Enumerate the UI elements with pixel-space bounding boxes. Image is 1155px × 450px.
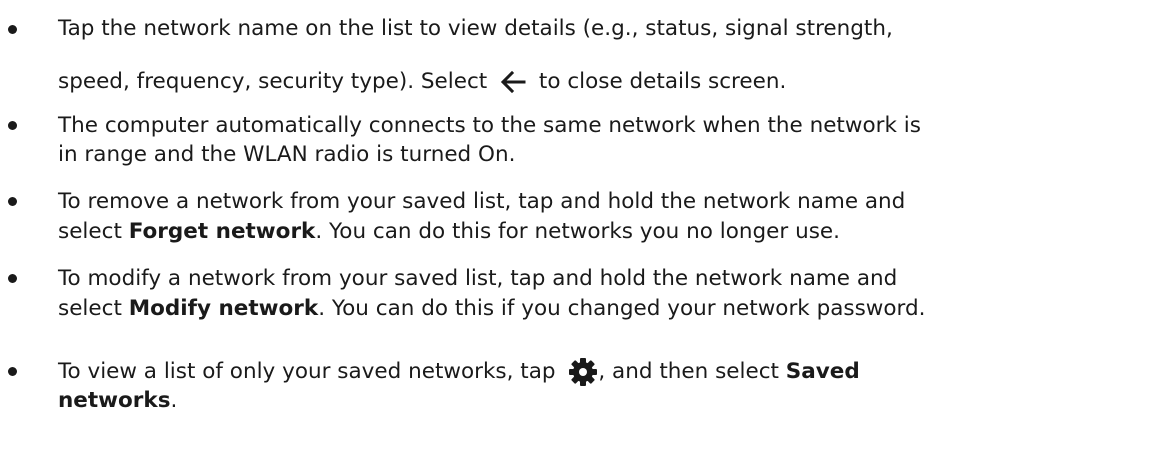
list-item-line: The computer automatically connects to t… [58, 113, 921, 138]
list-item-line: To remove a network from your saved list… [58, 189, 906, 214]
back-arrow-icon [500, 71, 526, 93]
document-page: Tap the network name on the list to view… [0, 0, 1155, 450]
ui-term-saved-networks: Saved [785, 359, 860, 384]
gear-icon [568, 357, 598, 387]
list-item-line: speed, frequency, security type). Select… [58, 67, 786, 96]
bullet-dot [8, 121, 17, 130]
list-item-line: networks. [58, 386, 177, 415]
list-item-line: select Forget network. You can do this f… [58, 217, 840, 246]
list-item-line: Tap the network name on the list to view… [58, 16, 893, 41]
ui-term-modify-network: Modify network [128, 296, 319, 321]
text-segment: To view a list of only your saved networ… [58, 359, 556, 384]
bullet-dot [8, 25, 17, 34]
bullet-dot [8, 274, 17, 283]
text-segment: . [170, 388, 178, 413]
text-segment: speed, frequency, security type). Select [58, 69, 488, 94]
text-segment: select [58, 219, 129, 244]
ui-term-forget-network: Forget network [128, 219, 316, 244]
bullet-dot [8, 197, 17, 206]
list-item-line: To modify a network from your saved list… [58, 266, 898, 291]
text-segment: . You can do this for networks you no lo… [315, 219, 840, 244]
text-segment: select [58, 296, 129, 321]
list-item-line: select Modify network. You can do this i… [58, 294, 925, 323]
text-segment: . You can do this if you changed your ne… [318, 296, 926, 321]
list-item-line: To view a list of only your saved networ… [58, 357, 860, 386]
bullet-dot [8, 367, 17, 376]
text-segment: , and then select [598, 359, 786, 384]
ui-term-saved-networks-cont: networks [58, 388, 171, 413]
list-item-line: in range and the WLAN radio is turned On… [58, 142, 516, 167]
text-segment: to close details screen. [538, 69, 787, 94]
